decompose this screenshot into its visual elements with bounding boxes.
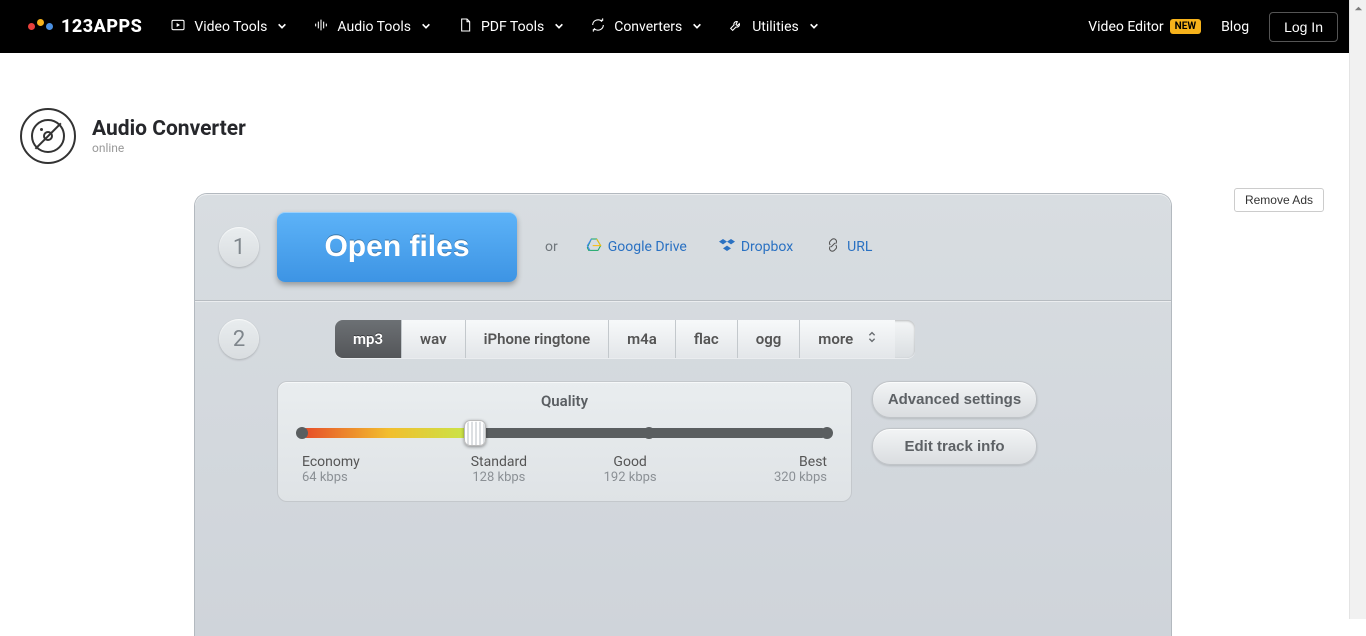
play-rect-icon (170, 17, 186, 37)
open-files-button[interactable]: Open files (277, 212, 517, 282)
slider-fill (302, 428, 475, 438)
link-label: URL (847, 239, 872, 255)
step-1-row: 1 Open files or Google Drive Dropbox URL (195, 194, 1171, 301)
quality-label: Economy64 kbps (302, 454, 433, 485)
edit-track-info-button[interactable]: Edit track info (872, 428, 1037, 465)
or-text: or (545, 239, 558, 255)
app-title-block: Audio Converter online (92, 117, 246, 155)
nav-label: Audio Tools (337, 19, 411, 35)
nav-converters[interactable]: Converters (590, 17, 702, 37)
chevron-down-icon (692, 19, 702, 35)
slider-stop[interactable] (821, 427, 833, 439)
top-nav: 123APPS Video Tools Audio Tools PDF Tool… (0, 0, 1366, 53)
source-dropbox[interactable]: Dropbox (719, 237, 793, 257)
link-label: Google Drive (608, 239, 687, 255)
quality-label: Standard128 kbps (433, 454, 564, 485)
slider-stop[interactable] (643, 427, 655, 439)
quality-box: Quality Economy64 kbps Standard128 kbps … (277, 381, 852, 502)
nav-items: Video Tools Audio Tools PDF Tools Conver… (170, 17, 818, 37)
page-title: Audio Converter (92, 117, 246, 141)
tab-wav[interactable]: wav (402, 320, 466, 358)
nav-label: Video Tools (194, 19, 267, 35)
page-subtitle: online (92, 141, 246, 155)
source-google-drive[interactable]: Google Drive (586, 237, 687, 257)
quality-title: Quality (302, 392, 827, 410)
remove-ads-button[interactable]: Remove Ads (1234, 188, 1324, 212)
tab-mp3[interactable]: mp3 (335, 320, 402, 358)
nav-label: Converters (614, 19, 682, 35)
quality-slider[interactable] (302, 422, 827, 444)
logo[interactable]: 123APPS (28, 16, 142, 37)
gdrive-icon (586, 237, 602, 257)
nav-blog[interactable]: Blog (1221, 19, 1249, 35)
sound-wave-icon (313, 17, 329, 37)
dropbox-icon (719, 237, 735, 257)
chevron-down-icon (421, 19, 431, 35)
step-number: 2 (219, 319, 259, 359)
scrollbar[interactable] (1349, 0, 1366, 619)
link-label: Blog (1221, 19, 1249, 35)
source-url[interactable]: URL (825, 237, 872, 257)
nav-video-tools[interactable]: Video Tools (170, 17, 287, 37)
nav-label: PDF Tools (481, 19, 544, 35)
tab-iPhone-ringtone[interactable]: iPhone ringtone (466, 320, 610, 358)
link-label: Dropbox (741, 239, 793, 255)
quality-label: Best320 kbps (696, 454, 827, 485)
format-tabs: mp3waviPhone ringtonem4aflacoggmore (335, 320, 915, 358)
new-badge: NEW (1170, 19, 1201, 34)
remove-ads-wrap: Remove Ads (1234, 188, 1324, 212)
convert-arrows-icon (590, 17, 606, 37)
main-panel-wrap: 1 Open files or Google Drive Dropbox URL… (195, 194, 1171, 636)
logo-dots-icon (28, 23, 53, 30)
quality-labels: Economy64 kbps Standard128 kbps Good192 … (302, 454, 827, 485)
nav-audio-tools[interactable]: Audio Tools (313, 17, 431, 37)
wrench-icon (728, 17, 744, 37)
nav-video-editor[interactable]: Video Editor NEW (1088, 19, 1201, 35)
slider-handle[interactable] (464, 420, 486, 446)
step-2-row: 2 mp3waviPhone ringtonem4aflacoggmore (195, 301, 1171, 359)
tab-flac[interactable]: flac (676, 320, 738, 358)
disc-icon (20, 108, 76, 164)
side-buttons: Advanced settings Edit track info (872, 381, 1037, 465)
nav-right: Video Editor NEW Blog Log In (1088, 12, 1338, 42)
slider-stop[interactable] (296, 427, 308, 439)
advanced-settings-button[interactable]: Advanced settings (872, 381, 1037, 418)
document-icon (457, 17, 473, 37)
main-panel: 1 Open files or Google Drive Dropbox URL… (195, 194, 1171, 636)
chevron-down-icon (277, 19, 287, 35)
lower-row: Quality Economy64 kbps Standard128 kbps … (277, 381, 1147, 502)
quality-label: Good192 kbps (565, 454, 696, 485)
chevron-down-icon (809, 19, 819, 35)
page-header: Audio Converter online (0, 53, 1366, 194)
step-number: 1 (219, 227, 259, 267)
slider-track (302, 428, 827, 438)
nav-left: 123APPS Video Tools Audio Tools PDF Tool… (28, 16, 819, 37)
updown-icon (867, 330, 877, 348)
nav-label: Utilities (752, 19, 799, 35)
link-icon (825, 237, 841, 257)
nav-utilities[interactable]: Utilities (728, 17, 819, 37)
logo-text: 123APPS (61, 16, 142, 37)
scroll-up-button[interactable] (1350, 0, 1366, 17)
tab-ogg[interactable]: ogg (738, 320, 801, 358)
step-2-body: Quality Economy64 kbps Standard128 kbps … (195, 381, 1171, 636)
tab-more[interactable]: more (800, 320, 895, 358)
login-button[interactable]: Log In (1269, 12, 1338, 42)
link-label: Video Editor (1088, 19, 1163, 35)
chevron-down-icon (554, 19, 564, 35)
nav-pdf-tools[interactable]: PDF Tools (457, 17, 564, 37)
tab-m4a[interactable]: m4a (609, 320, 676, 358)
